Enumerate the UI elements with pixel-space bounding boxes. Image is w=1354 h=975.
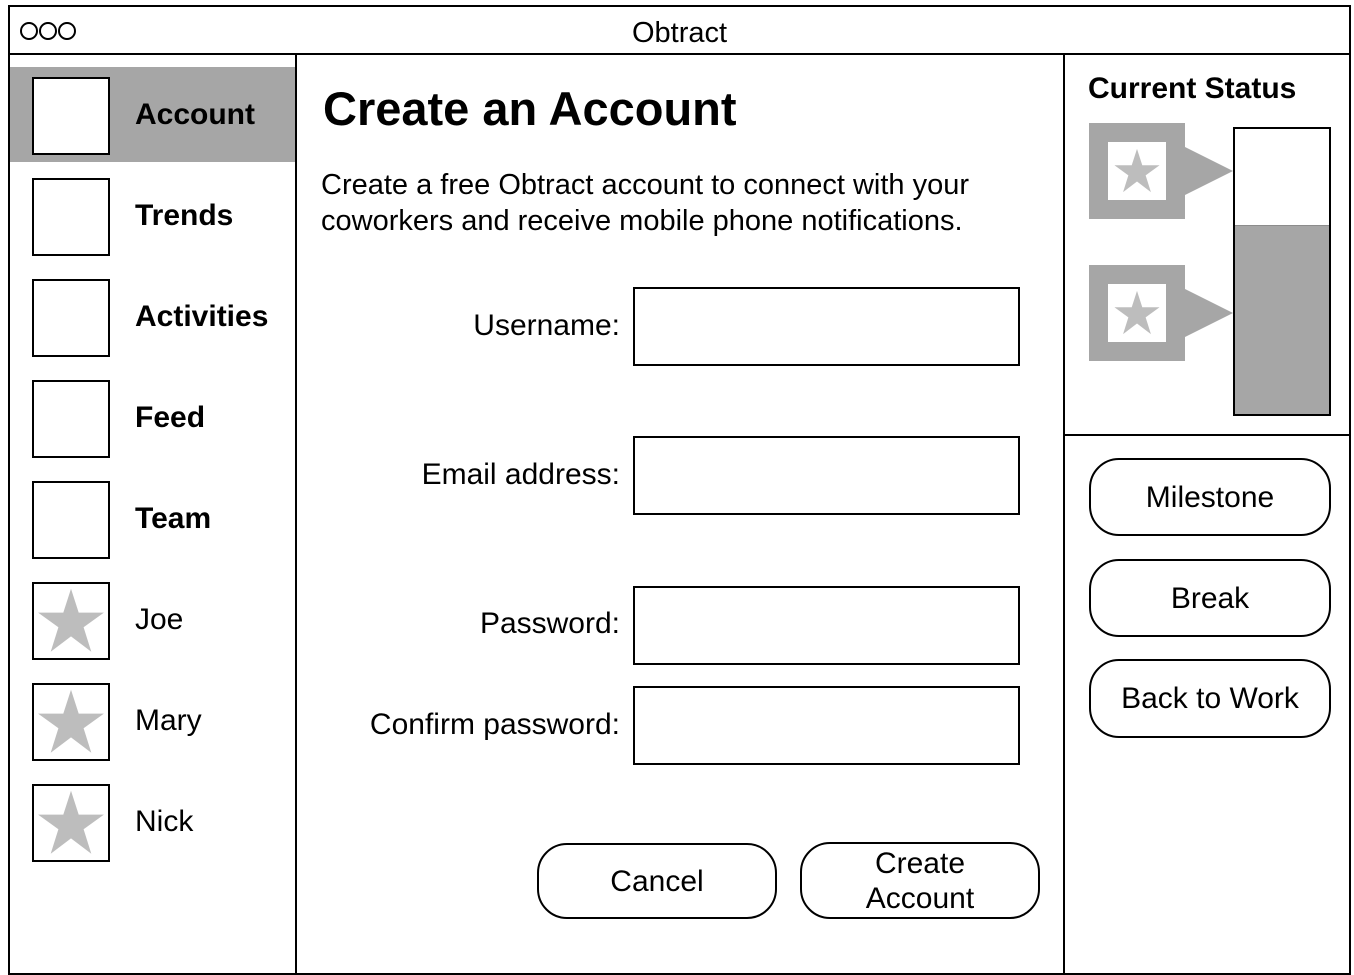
sidebar-item-label: Feed: [135, 401, 206, 434]
team-icon: [32, 481, 110, 559]
sidebar-item-label: Activities: [135, 300, 269, 333]
milestone-button[interactable]: Milestone: [1089, 458, 1331, 536]
sidebar-item-label: Team: [135, 502, 212, 535]
star-icon: [38, 790, 104, 854]
trends-icon: [32, 178, 110, 256]
back-to-work-button[interactable]: Back to Work: [1089, 659, 1331, 738]
password-label: Password:: [479, 607, 620, 640]
sidebar-item-label: Mary: [135, 704, 202, 737]
status-title: Current Status: [1088, 72, 1297, 105]
star-icon: [1114, 148, 1160, 193]
sidebar-item-team[interactable]: Team: [10, 471, 295, 566]
status-level-fill: [1235, 224, 1329, 414]
sidebar: Account Trends Activities Feed Team Joe: [10, 55, 297, 973]
app-window: Obtract Account Trends Activities Feed T…: [8, 5, 1351, 975]
sidebar-item-joe[interactable]: Joe: [10, 572, 295, 667]
status-marker-icon: [1108, 284, 1166, 342]
sidebar-item-mary[interactable]: Mary: [10, 673, 295, 768]
activities-icon: [32, 279, 110, 357]
sidebar-item-trends[interactable]: Trends: [10, 168, 295, 263]
username-label: Username:: [473, 309, 620, 342]
sidebar-item-label: Joe: [135, 603, 184, 636]
avatar: [32, 582, 110, 660]
star-icon: [38, 588, 104, 652]
sidebar-item-activities[interactable]: Activities: [10, 269, 295, 364]
page-title: Create an Account: [323, 82, 737, 135]
avatar: [32, 784, 110, 862]
title-bar: Obtract: [10, 7, 1349, 55]
star-icon: [38, 689, 104, 753]
confirm-password-label: Confirm password:: [369, 708, 620, 741]
feed-icon: [32, 380, 110, 458]
pointer-arrow-icon: [1185, 289, 1233, 337]
sidebar-item-account[interactable]: Account: [10, 67, 295, 162]
app-title: Obtract: [631, 17, 728, 49]
main-content: Create an Account Create a free Obtract …: [297, 55, 1065, 973]
create-account-label-line1: Create: [874, 846, 966, 880]
sidebar-item-feed[interactable]: Feed: [10, 370, 295, 465]
create-account-button[interactable]: Create Account: [800, 842, 1040, 919]
sidebar-item-nick[interactable]: Nick: [10, 774, 295, 869]
status-panel: Current Status: [1065, 55, 1351, 436]
avatar: [32, 683, 110, 761]
status-marker: [1089, 123, 1233, 219]
cancel-button[interactable]: Cancel: [537, 843, 777, 919]
password-field[interactable]: [633, 586, 1020, 665]
email-field[interactable]: [633, 436, 1020, 515]
email-label: Email address:: [421, 458, 620, 491]
action-panel: Milestone Break Back to Work: [1065, 436, 1351, 973]
sidebar-item-label: Account: [135, 98, 255, 131]
star-icon: [1114, 290, 1160, 335]
create-account-label-line2: Account: [865, 881, 975, 915]
page-description: Create a free Obtract account to connect…: [321, 169, 969, 237]
sidebar-item-label: Trends: [135, 199, 234, 232]
status-level-bar: [1233, 127, 1331, 416]
status-marker: [1089, 265, 1233, 361]
confirm-password-field[interactable]: [633, 686, 1020, 765]
status-marker-icon: [1108, 142, 1166, 200]
username-input[interactable]: [633, 287, 1020, 366]
sidebar-item-label: Nick: [135, 805, 194, 838]
account-icon: [32, 77, 110, 155]
pointer-arrow-icon: [1185, 147, 1233, 195]
break-button[interactable]: Break: [1089, 559, 1331, 637]
